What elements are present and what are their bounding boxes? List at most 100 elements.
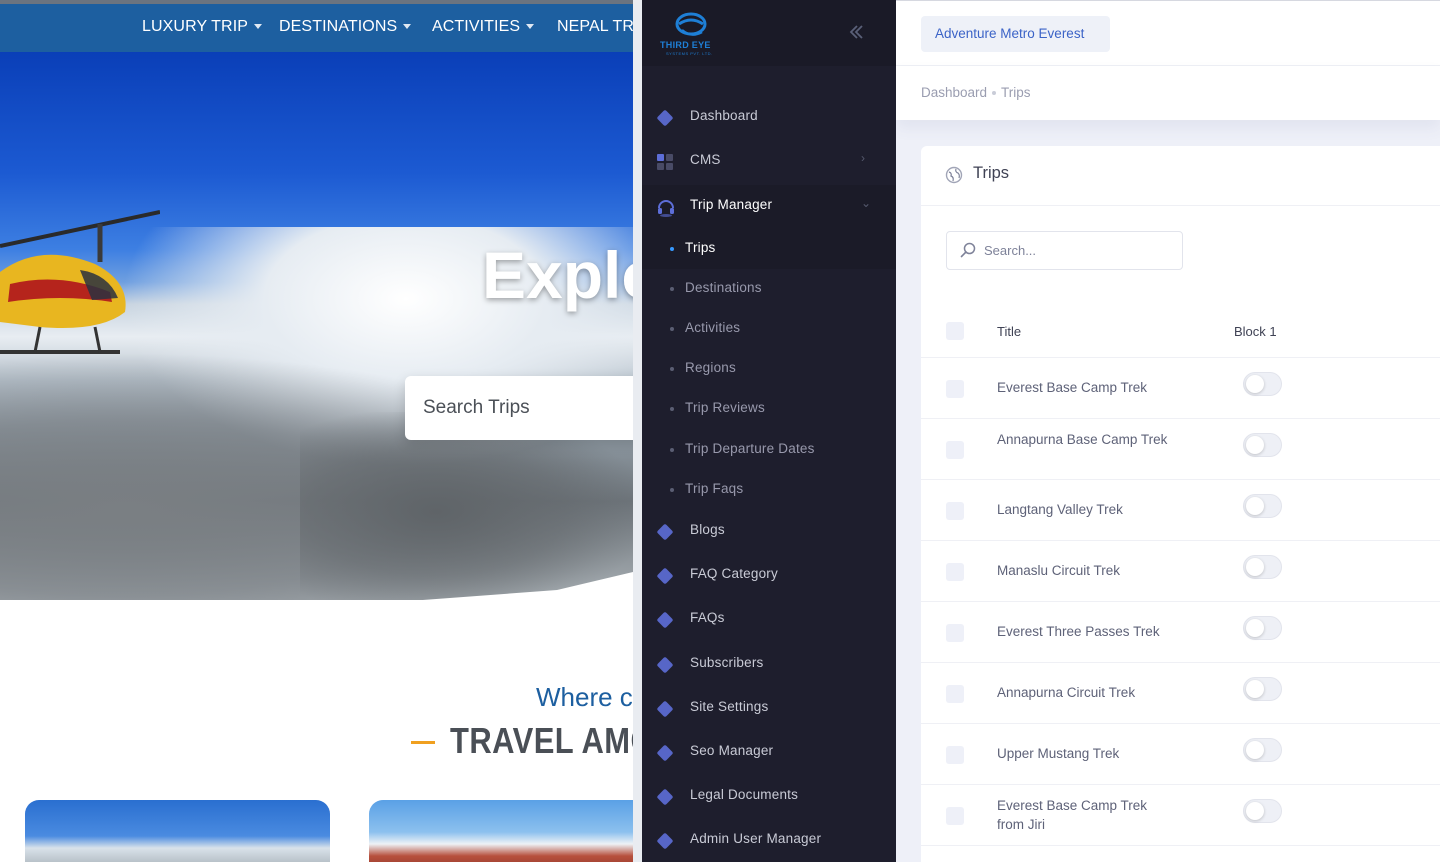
- sidebar-item-legal-documents[interactable]: Legal Documents: [642, 775, 896, 819]
- logo-text: THIRD EYE: [660, 40, 711, 50]
- row-checkbox[interactable]: [946, 441, 964, 459]
- block-toggle[interactable]: [1243, 494, 1282, 518]
- row-checkbox[interactable]: [946, 807, 964, 825]
- sidebar-item-admin-user-manager[interactable]: Admin User Manager: [642, 819, 896, 862]
- section-title: TRAVEL AMC: [450, 720, 633, 761]
- nav-destinations[interactable]: DESTINATIONS: [279, 18, 412, 36]
- hero-banner: Explo Search Trips: [0, 52, 633, 600]
- trips-card: Trips Search... Title Block 1 Everest Ba…: [921, 146, 1440, 862]
- toggle-knob: [1246, 741, 1264, 759]
- sidebar-item-trip-manager[interactable]: Trip Manager ⌄: [642, 185, 896, 229]
- hero-title: Explo: [482, 238, 633, 312]
- trip-title[interactable]: Annapurna Circuit Trek: [997, 683, 1177, 702]
- trip-title[interactable]: Langtang Valley Trek: [997, 500, 1177, 519]
- section-subtitle: Where c: [536, 682, 633, 712]
- sidebar-subitem-label: Activities: [685, 320, 741, 335]
- bullet-icon: [670, 367, 674, 371]
- select-all-checkbox[interactable]: [946, 322, 964, 340]
- sidebar-item-seo-manager[interactable]: Seo Manager: [642, 731, 896, 775]
- sidebar-item-cms[interactable]: CMS ›: [642, 140, 896, 184]
- row-checkbox[interactable]: [946, 624, 964, 642]
- sidebar-item-label: Legal Documents: [690, 787, 799, 802]
- nav-label: DESTINATIONS: [279, 18, 398, 35]
- nav-luxury-trip[interactable]: LUXURY TRIP: [142, 18, 263, 36]
- trip-title[interactable]: Upper Mustang Trek: [997, 744, 1177, 763]
- trip-title[interactable]: Everest Three Passes Trek: [997, 622, 1177, 641]
- row-checkbox[interactable]: [946, 502, 964, 520]
- site-selector-label: Adventure Metro Everest: [935, 26, 1085, 41]
- card-header: Trips: [921, 146, 1440, 206]
- site-search-box[interactable]: Search Trips: [405, 376, 633, 440]
- admin-main: Adventure Metro Everest Dashboard Trips T…: [896, 0, 1440, 862]
- sidebar-item-label: FAQs: [690, 610, 725, 625]
- toggle-knob: [1246, 436, 1264, 454]
- block-toggle[interactable]: [1243, 799, 1282, 823]
- search-input[interactable]: Search...: [946, 231, 1183, 270]
- toggle-knob: [1246, 680, 1264, 698]
- sidebar-item-site-settings[interactable]: Site Settings: [642, 687, 896, 731]
- bullet-icon: [670, 407, 674, 411]
- block-toggle[interactable]: [1243, 616, 1282, 640]
- sidebar-subitem-destinations[interactable]: Destinations: [642, 269, 896, 309]
- trip-title[interactable]: Everest Base Camp Trek from Jiri: [997, 796, 1177, 834]
- sidebar-item-faqs[interactable]: FAQs: [642, 598, 896, 642]
- block-toggle[interactable]: [1243, 555, 1282, 579]
- diamond-icon: [656, 700, 674, 718]
- sidebar-item-label: Admin User Manager: [690, 831, 822, 846]
- block-toggle[interactable]: [1243, 677, 1282, 701]
- row-checkbox[interactable]: [946, 380, 964, 398]
- column-title[interactable]: Title: [997, 324, 1021, 339]
- table-row: Everest Base Camp Trek: [921, 358, 1440, 419]
- trip-title[interactable]: Everest Base Camp Trek: [997, 378, 1177, 397]
- trip-title[interactable]: Annapurna Base Camp Trek: [997, 430, 1177, 449]
- sidebar-subitem-trip-faqs[interactable]: Trip Faqs: [642, 470, 896, 510]
- row-checkbox[interactable]: [946, 563, 964, 581]
- sidebar-subitem-trip-departure-dates[interactable]: Trip Departure Dates: [642, 430, 896, 470]
- sidebar-subitem-activities[interactable]: Activities: [642, 309, 896, 349]
- row-checkbox[interactable]: [946, 685, 964, 703]
- row-checkbox[interactable]: [946, 746, 964, 764]
- sidebar-item-label: Trip Manager: [690, 197, 773, 212]
- sidebar-subitem-label: Destinations: [685, 280, 762, 295]
- card-title: Trips: [973, 164, 1010, 182]
- block-toggle[interactable]: [1243, 433, 1282, 457]
- bullet-icon: [670, 488, 674, 492]
- sidebar-item-subscribers[interactable]: Subscribers: [642, 643, 896, 687]
- sidebar-item-label: Subscribers: [690, 655, 764, 670]
- diamond-icon: [656, 832, 674, 850]
- sidebar-subitem-label: Regions: [685, 360, 736, 375]
- site-navbar: LUXURY TRIP DESTINATIONS ACTIVITIES NEPA…: [0, 4, 633, 52]
- diamond-icon: [656, 744, 674, 762]
- sidebar-subitem-label: Trip Reviews: [685, 400, 765, 415]
- sidebar-subitem-regions[interactable]: Regions: [642, 349, 896, 389]
- destination-card-1[interactable]: [25, 800, 330, 862]
- sidebar-subitem-trips[interactable]: Trips: [642, 229, 896, 269]
- sidebar-brand: THIRD EYE SYSTEMS PVT. LTD.: [642, 0, 896, 66]
- toggle-knob: [1246, 375, 1264, 393]
- block-toggle[interactable]: [1243, 372, 1282, 396]
- caret-down-icon: [403, 24, 412, 30]
- table-row: Everest Three Passes Trek: [921, 602, 1440, 663]
- diamond-icon: [656, 656, 674, 674]
- breadcrumb-root[interactable]: Dashboard: [921, 85, 987, 100]
- sidebar-item-blogs[interactable]: Blogs: [642, 510, 896, 554]
- top-header: Adventure Metro Everest: [896, 0, 1440, 66]
- column-block[interactable]: Block 1: [1234, 324, 1277, 339]
- sidebar-subitem-label: Trip Faqs: [685, 481, 744, 496]
- bullet-icon: [670, 287, 674, 291]
- site-selector-button[interactable]: Adventure Metro Everest: [921, 16, 1110, 52]
- bullet-icon: [670, 448, 674, 452]
- double-chevron-left-icon[interactable]: [846, 22, 872, 44]
- sidebar-item-label: FAQ Category: [690, 566, 778, 581]
- table-header: Title Block 1: [921, 304, 1440, 358]
- nav-activities[interactable]: ACTIVITIES: [432, 18, 535, 36]
- trip-title[interactable]: Manaslu Circuit Trek: [997, 561, 1177, 580]
- sidebar-item-dashboard[interactable]: Dashboard: [642, 96, 896, 140]
- nav-nepal-trek[interactable]: NEPAL TRE: [557, 18, 633, 36]
- block-toggle[interactable]: [1243, 738, 1282, 762]
- destination-card-2[interactable]: [369, 800, 633, 862]
- website-preview: LUXURY TRIP DESTINATIONS ACTIVITIES NEPA…: [0, 0, 633, 862]
- sidebar-subitem-trip-reviews[interactable]: Trip Reviews: [642, 389, 896, 429]
- globe-icon: [945, 166, 963, 184]
- sidebar-item-faq-category[interactable]: FAQ Category: [642, 554, 896, 598]
